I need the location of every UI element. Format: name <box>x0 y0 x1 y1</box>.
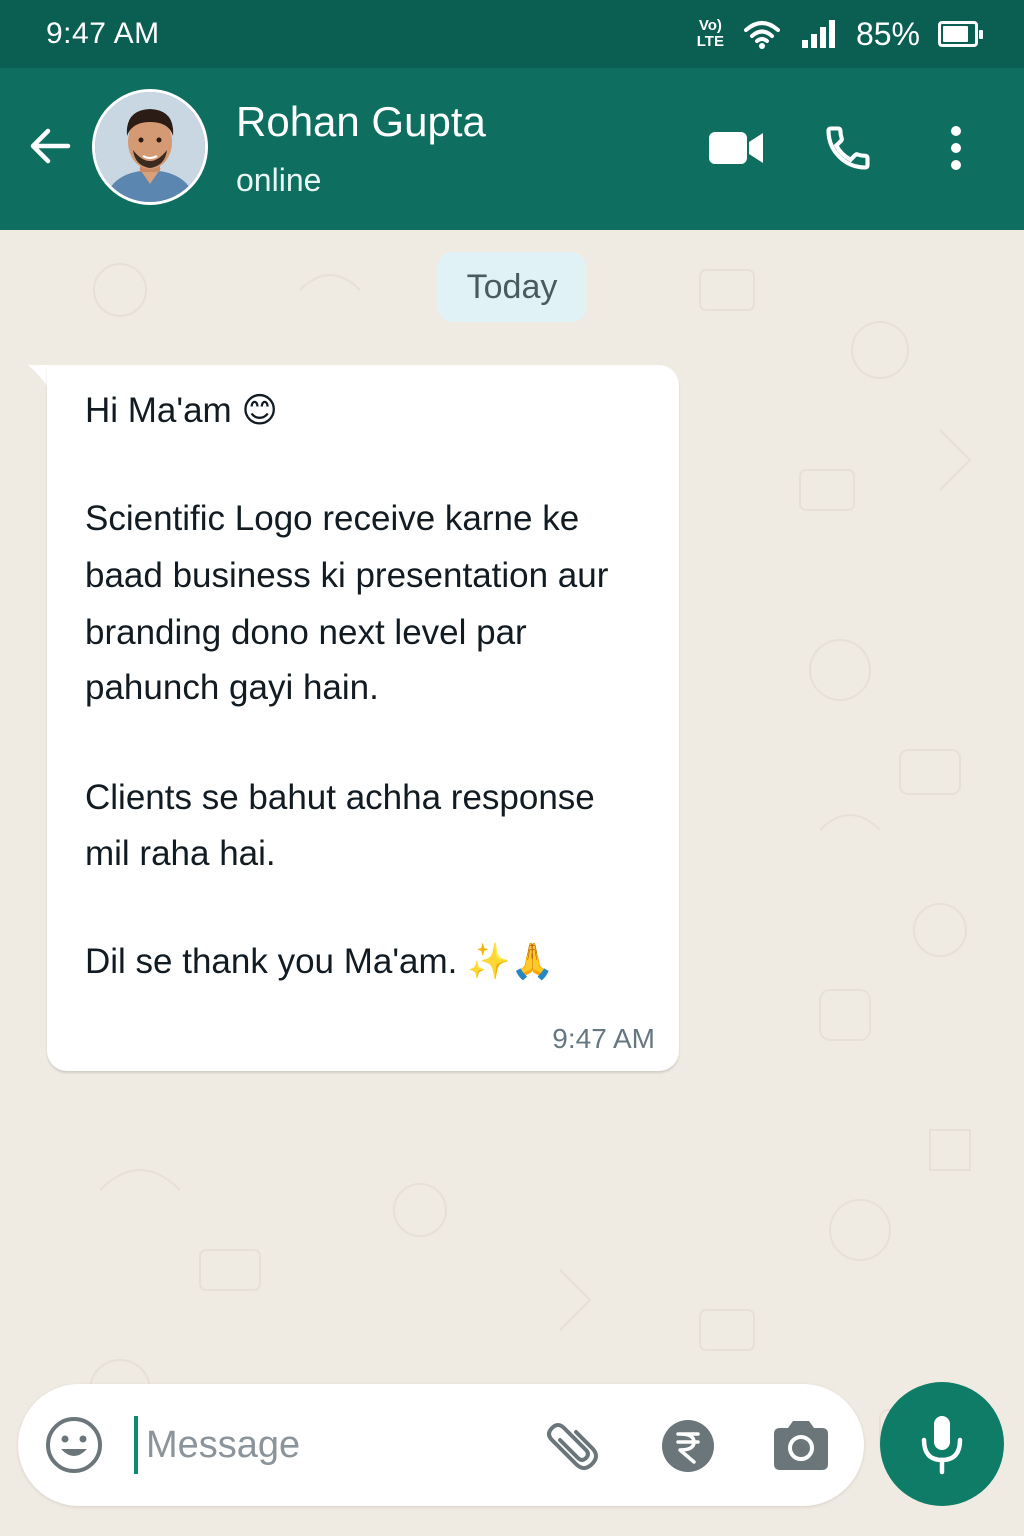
battery-fill <box>943 26 968 42</box>
chat-header: Rohan Gupta online <box>0 68 1024 230</box>
volte-bottom: LTE <box>696 33 724 50</box>
avatar[interactable] <box>92 89 208 205</box>
mic-button[interactable] <box>880 1382 1004 1506</box>
message-line: Scientific Logo receive karne ke <box>85 499 580 538</box>
contact-status: online <box>236 162 322 198</box>
signal-icon <box>801 20 835 48</box>
text-caret <box>134 1416 138 1474</box>
phone-icon <box>826 126 870 170</box>
back-button[interactable] <box>26 122 74 170</box>
camera-icon <box>774 1421 828 1470</box>
message-line: baad business ki presentation aur <box>85 556 609 595</box>
emoji-icon <box>46 1417 102 1473</box>
back-arrow-icon <box>30 128 71 164</box>
rupee-icon <box>662 1420 714 1472</box>
battery-icon <box>938 21 983 47</box>
emoji-button[interactable] <box>44 1415 104 1475</box>
message-composer <box>18 1384 864 1506</box>
avatar-photo <box>95 92 205 202</box>
message-time: 9:47 AM <box>552 1023 655 1054</box>
wifi-icon <box>743 21 780 49</box>
video-call-button[interactable] <box>706 120 766 176</box>
status-bar: 9:47 AM Vo) LTE 85% <box>0 0 1024 68</box>
more-vert-icon <box>951 126 961 170</box>
more-options-button[interactable] <box>926 120 986 176</box>
mic-icon <box>921 1416 963 1475</box>
message-line: Hi Ma'am 😊 <box>85 391 278 430</box>
chat-area[interactable]: Today Hi Ma'am 😊 Scientific Logo receive… <box>0 230 1024 1536</box>
attach-button[interactable] <box>542 1416 602 1476</box>
camera-button[interactable] <box>770 1416 832 1474</box>
message-line: branding dono next level par <box>85 613 527 652</box>
message-input[interactable] <box>146 1414 506 1476</box>
message-line: Clients se bahut achha response <box>85 778 595 817</box>
volte-indicator: Vo) LTE <box>697 18 724 50</box>
message-bubble[interactable]: Hi Ma'am 😊 Scientific Logo receive karne… <box>47 365 679 1071</box>
contact-name[interactable]: Rohan Gupta <box>236 98 486 146</box>
battery-percent: 85% <box>855 15 920 52</box>
status-icons: Vo) LTE 85% <box>697 15 983 53</box>
video-call-icon <box>709 132 763 164</box>
message-line: Dil se thank you Ma'am. ✨🙏 <box>85 942 555 981</box>
message-line: mil raha hai. <box>85 834 276 873</box>
payment-button[interactable] <box>660 1418 716 1474</box>
message-line: pahunch gayi hain. <box>85 668 379 707</box>
attach-icon <box>547 1423 598 1470</box>
status-time: 9:47 AM <box>46 17 160 50</box>
date-chip: Today <box>438 252 586 322</box>
voice-call-button[interactable] <box>818 120 878 176</box>
volte-top: Vo) <box>698 17 722 34</box>
